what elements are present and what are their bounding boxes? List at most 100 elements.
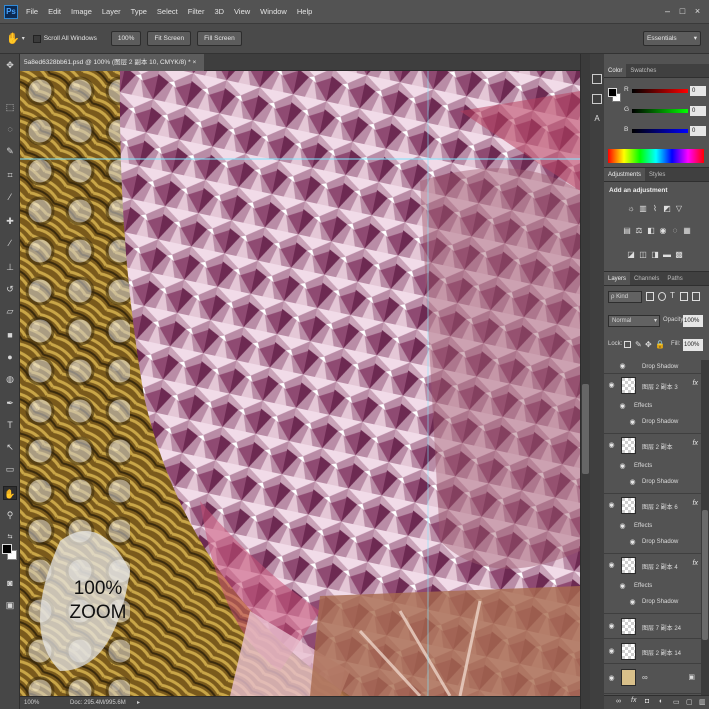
document-canvas[interactable]: 100% ZOOM xyxy=(20,71,580,696)
effect-visibility-icon[interactable]: ◉ xyxy=(618,362,627,371)
effect-visibility-icon[interactable]: ◉ xyxy=(628,478,637,487)
tool-preset-chevron-icon[interactable]: ▾ xyxy=(22,35,25,42)
effect-visibility-icon[interactable]: ◉ xyxy=(628,598,637,607)
new-layer-icon[interactable]: ▢ xyxy=(686,698,693,706)
lasso-icon[interactable]: ◌ xyxy=(3,122,17,136)
curves-icon[interactable]: ⌇ xyxy=(650,204,660,214)
filter-smart-object-icon[interactable] xyxy=(692,292,700,301)
fit-screen-button[interactable]: Fit Screen xyxy=(147,31,192,46)
healing-icon[interactable]: ✚ xyxy=(3,214,17,228)
green-value-input[interactable]: 0 xyxy=(690,106,706,116)
menu-edit[interactable]: Edit xyxy=(43,7,66,16)
tab-adjustments[interactable]: Adjustments xyxy=(604,168,646,181)
layer-row[interactable]: ◉ 图层 7 副本 24 xyxy=(604,614,701,639)
zoom-100-button[interactable]: 100% xyxy=(110,31,142,46)
menu-help[interactable]: Help xyxy=(292,7,317,16)
layer-fx-icon[interactable]: fx xyxy=(693,380,698,387)
hand-icon[interactable]: ✋ xyxy=(6,32,20,45)
scroll-thumb[interactable] xyxy=(582,384,589,474)
effect-visibility-icon[interactable]: ◉ xyxy=(618,402,627,411)
status-arrow-icon[interactable]: ▸ xyxy=(137,697,140,709)
gradient-map-icon[interactable]: ▬ xyxy=(662,250,672,260)
tab-styles[interactable]: Styles xyxy=(645,168,669,181)
history-panel-icon[interactable] xyxy=(592,74,602,84)
fill-input[interactable]: 100% xyxy=(683,339,703,351)
brightness-contrast-icon[interactable]: ☼ xyxy=(626,204,636,214)
layer-row[interactable]: ◉ 图层 2 副本 14 xyxy=(604,639,701,664)
stamp-icon[interactable]: ⊥ xyxy=(3,260,17,274)
layer-row[interactable]: ◉ ∞ ▣ xyxy=(604,664,701,694)
minimize-icon[interactable]: – xyxy=(662,6,673,17)
black-white-icon[interactable]: ◧ xyxy=(646,226,656,236)
layer-filter-select[interactable]: ρ Kind xyxy=(608,291,642,303)
effect-visibility-icon[interactable]: ◉ xyxy=(628,538,637,547)
menu-type[interactable]: Type xyxy=(126,7,152,16)
foreground-color-swatch[interactable] xyxy=(2,544,12,554)
layer-name[interactable]: 图层 7 副本 24 xyxy=(642,623,681,632)
workspace-select[interactable]: Essentials ▾ xyxy=(643,31,701,46)
filter-type-icon[interactable]: T xyxy=(670,291,675,300)
visibility-eye-icon[interactable]: ◉ xyxy=(607,647,616,656)
selective-color-icon[interactable]: ▩ xyxy=(674,250,684,260)
layer-name[interactable]: 图层 2 副本 xyxy=(642,442,673,451)
add-style-icon[interactable]: fx xyxy=(631,697,636,704)
menu-select[interactable]: Select xyxy=(152,7,183,16)
levels-icon[interactable]: ▥ xyxy=(638,204,648,214)
green-channel-slider[interactable]: G 0 xyxy=(624,106,706,116)
color-spectrum-bar[interactable] xyxy=(608,149,704,163)
path-select-icon[interactable]: ↖ xyxy=(3,440,17,454)
eraser-icon[interactable]: ▱ xyxy=(3,304,17,318)
red-channel-slider[interactable]: R 0 xyxy=(624,86,706,96)
zoom-icon[interactable]: ⚲ xyxy=(3,508,17,522)
blue-value-input[interactable]: 0 xyxy=(690,126,706,136)
effect-visibility-icon[interactable]: ◉ xyxy=(618,582,627,591)
foreground-color-swatch[interactable] xyxy=(608,88,617,97)
visibility-eye-icon[interactable]: ◉ xyxy=(607,622,616,631)
gradient-icon[interactable]: ■ xyxy=(3,328,17,342)
lock-position-icon[interactable]: ✥ xyxy=(645,340,652,349)
close-icon[interactable]: × xyxy=(692,6,703,17)
color-balance-icon[interactable]: ⚖ xyxy=(634,226,644,236)
dodge-icon[interactable]: ◍ xyxy=(3,372,17,386)
pen-icon[interactable]: ✒ xyxy=(3,396,17,410)
lock-all-icon[interactable]: 🔒 xyxy=(655,340,665,349)
visibility-eye-icon[interactable]: ◉ xyxy=(607,501,616,510)
fill-screen-button[interactable]: Fill Screen xyxy=(197,31,242,46)
tab-swatches[interactable]: Swatches xyxy=(626,64,660,77)
brush-icon[interactable]: ∕ xyxy=(3,236,17,250)
posterize-icon[interactable]: ◫ xyxy=(638,250,648,260)
vibrance-icon[interactable]: ▽ xyxy=(674,204,684,214)
visibility-eye-icon[interactable]: ◉ xyxy=(607,441,616,450)
layer-effect-row[interactable]: ◉ Drop Shadow xyxy=(604,360,701,374)
properties-panel-icon[interactable] xyxy=(592,94,602,104)
quick-select-icon[interactable]: ✎ xyxy=(3,144,17,158)
green-gradient-bar[interactable] xyxy=(632,109,688,113)
menu-layer[interactable]: Layer xyxy=(97,7,126,16)
layer-row[interactable]: ◉ 图层 2 副本 fx ◉ Effects ◉ Drop Shadow xyxy=(604,434,701,494)
tab-channels[interactable]: Channels xyxy=(630,272,663,285)
crop-icon[interactable]: ⌗ xyxy=(3,168,17,182)
status-zoom[interactable]: 100% xyxy=(24,697,39,709)
layer-link-icon[interactable]: ∞ xyxy=(642,673,648,682)
layer-name[interactable]: 图层 2 副本 6 xyxy=(642,502,678,511)
character-panel-icon[interactable]: A xyxy=(592,114,602,124)
scroll-thumb[interactable] xyxy=(702,510,708,640)
menu-3d[interactable]: 3D xyxy=(209,7,229,16)
tab-paths[interactable]: Paths xyxy=(663,272,686,285)
hue-saturation-icon[interactable]: ▤ xyxy=(622,226,632,236)
layer-name[interactable]: 图层 2 副本 4 xyxy=(642,562,678,571)
marquee-icon[interactable]: ⬚ xyxy=(3,100,17,114)
layer-name[interactable]: 图层 2 副本 14 xyxy=(642,648,681,657)
threshold-icon[interactable]: ◨ xyxy=(650,250,660,260)
layer-fx-icon[interactable]: fx xyxy=(693,560,698,567)
document-tab[interactable]: 5a8ed6328bb61.psd @ 100% (图层 2 副本 10, CM… xyxy=(20,54,205,71)
lock-transparent-icon[interactable] xyxy=(624,341,631,348)
quick-mask-icon[interactable]: ◙ xyxy=(3,576,17,590)
link-layers-icon[interactable]: ∞ xyxy=(616,698,621,705)
exposure-icon[interactable]: ◩ xyxy=(662,204,672,214)
delete-layer-icon[interactable]: ▥ xyxy=(699,698,706,706)
new-group-icon[interactable]: ▭ xyxy=(673,698,680,706)
blue-channel-slider[interactable]: B 0 xyxy=(624,126,706,136)
visibility-eye-icon[interactable]: ◉ xyxy=(607,674,616,683)
tab-color[interactable]: Color xyxy=(604,64,627,77)
